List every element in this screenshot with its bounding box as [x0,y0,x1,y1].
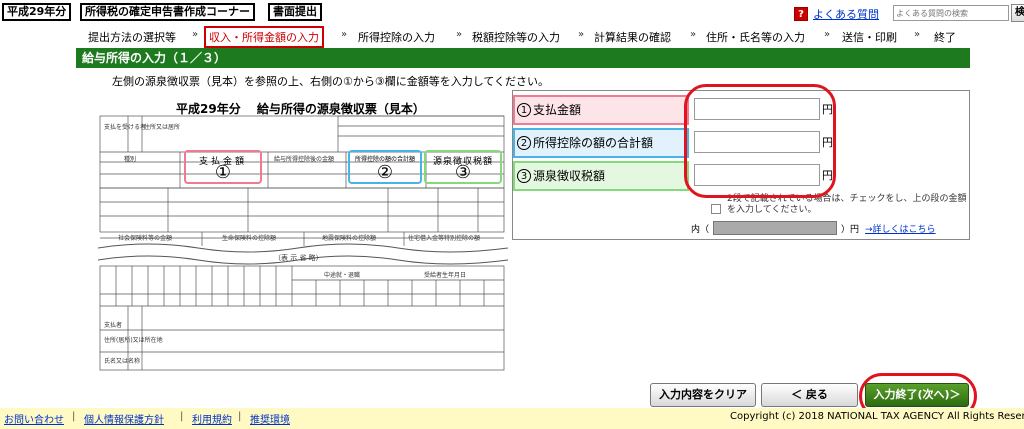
sample-label: 支払を受ける者 [104,124,147,131]
faq-search-input[interactable] [893,5,1009,21]
circle-number-2: 2 [517,136,531,150]
sample-label: 社会保険料等の金額 [118,235,173,242]
page-root: 平成29年分 所得税の確定申告書作成コーナー 書面提出 ? よくある質問 検 提… [0,0,1024,429]
sample-form-title: 平成29年分 給与所得の源泉徴収票（見本） [176,102,425,116]
back-button[interactable]: ＜ 戻る [761,383,858,407]
sample-label: 住所(居所)又は所在地 [104,337,163,344]
sample-label: 住所又は居所 [144,124,181,131]
step-income-active: 収入・所得金額の入力 [204,26,324,48]
sample-omitted-label: （表 示 省 略） [274,254,323,262]
sample-box-deduction-num: ② [376,162,394,183]
step-send-print: 送信・印刷 [842,31,897,44]
footer-separator: | [238,411,242,422]
question-icon[interactable]: ? [794,7,808,21]
year-badge: 平成29年分 [2,3,72,21]
sample-box-withholding-num: ③ [454,162,472,183]
step-separator: » [914,29,921,40]
circle-number-3: 3 [517,169,531,183]
footer-link-contact[interactable]: お問い合わせ [4,411,64,426]
step-address: 住所・氏名等の入力 [706,31,805,44]
withholding-tax-label: 3 源泉徴収税額 [513,161,689,191]
step-separator: » [578,29,585,40]
faq-link[interactable]: よくある質問 [813,6,879,22]
faq-search-button[interactable]: 検 [1011,4,1024,22]
sample-label: 受給者生年月日 [424,272,467,279]
step-separator: » [192,29,199,40]
footer-separator: | [180,411,184,422]
step-separator: » [341,29,348,40]
faq-area: ? よくある質問 [794,6,879,22]
copyright: Copyright (c) 2018 NATIONAL TAX AGENCY A… [730,411,1024,422]
sample-label: 住宅借入金等特別控除の額 [408,235,481,242]
two-row-checkbox[interactable] [711,204,721,214]
footer-link-terms[interactable]: 利用規約 [192,411,232,426]
step-separator: » [690,29,697,40]
step-confirm: 計算結果の確認 [594,31,671,44]
inner-amount-unit: ）円 [841,225,860,235]
sample-label: 生命保険料の控除額 [222,235,277,242]
annotation-ellipse-inputs [684,84,836,198]
step-separator: » [824,29,831,40]
footer-separator: | [72,411,76,422]
footer: お問い合わせ | 個人情報保護方針 | 利用規約 | 推奨環境 Copyrigh… [0,408,1024,429]
sample-box-payment-num: ① [214,162,232,183]
deduction-total-label: 2 所得控除の額の合計額 [513,128,689,158]
submit-method-badge: 書面提出 [268,3,322,21]
sample-label: 氏名又は名称 [104,358,141,365]
step-deduction: 所得控除の入力 [358,31,435,44]
inner-amount-label: 内（ [691,225,710,235]
circle-number-1: 1 [517,103,531,117]
sample-label: 中途就・退職 [324,272,361,279]
section-title: 給与所得の入力（１／３） [76,48,970,68]
sample-label: 地震保険料の控除額 [322,235,377,242]
slip-grid [98,115,508,371]
next-button[interactable]: 入力終了(次へ)＞ [865,383,969,407]
sample-label: 種別 [124,156,137,163]
payment-amount-label: 1 支払金額 [513,95,689,125]
top-bar: 平成29年分 所得税の確定申告書作成コーナー 書面提出 ? よくある質問 検 [0,0,1024,24]
progress-steps: 提出方法の選択等 » 収入・所得金額の入力 » 所得控除の入力 » 税額控除等の… [0,26,1024,48]
details-link[interactable]: →詳しくはこちら [865,222,936,235]
footer-link-privacy[interactable]: 個人情報保護方針 [84,411,164,426]
corner-title: 所得税の確定申告書作成コーナー [80,3,255,21]
step-separator: » [456,29,463,40]
clear-input-button[interactable]: 入力内容をクリア [650,383,756,407]
inner-amount-input-disabled [713,221,837,235]
step-end: 終了 [934,31,956,44]
sample-label: 支払者 [104,322,123,329]
sample-withholding-slip: 平成29年分 給与所得の源泉徴収票（見本） 支払を受ける者 住所又は居所 種別 … [98,90,508,374]
instruction-text: 左側の源泉徴収票（見本）を参照の上、右側の①から③欄に金額等を入力してください。 [112,75,550,88]
footer-link-environment[interactable]: 推奨環境 [250,411,290,426]
step-tax-credit: 税額控除等の入力 [472,31,560,44]
sample-label: 給与所得控除後の金額 [274,156,335,163]
step-method: 提出方法の選択等 [88,31,176,44]
